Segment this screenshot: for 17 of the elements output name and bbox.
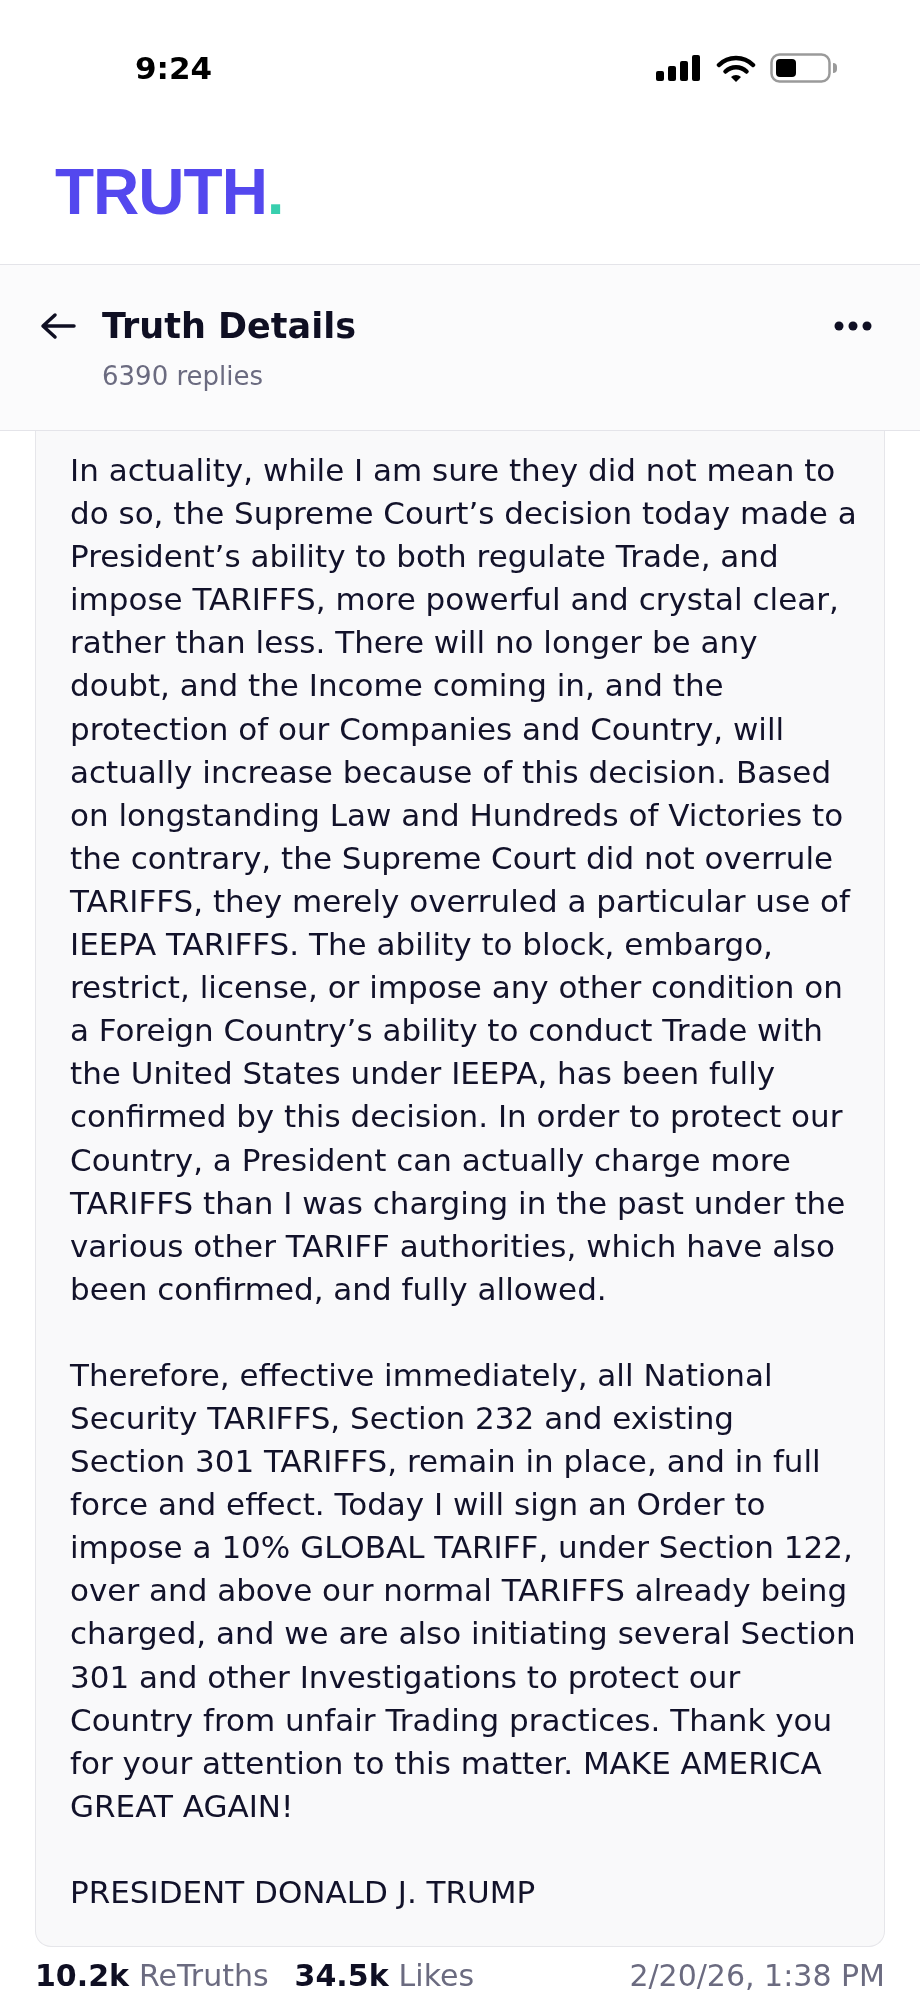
status-time: 9:24	[135, 50, 213, 86]
back-arrow-icon	[40, 312, 76, 340]
logo-wordmark: TRUTH.	[55, 160, 284, 224]
post-timestamp: 2/20/26, 1:38 PM	[629, 1958, 885, 1994]
more-button[interactable]	[834, 321, 872, 331]
counter-link[interactable]: 34.5k Likes	[294, 1958, 475, 1994]
signal-icon	[656, 55, 702, 81]
post-paragraph: Therefore, effective immediately, all National Security TARIFFS, Section 232 and existing Section 301 TARIFFS, remain in place, and in full force and effect. Today I will sign an Order to impose a 10% GLOBAL TARIFF, under Section 122, over and above our normal TARIFFS already being charged, and we are also initiating several Section 301 and other Investigations to protect our Country from unfair Trading practices. Thank you for your attention to this matter. MAKE AMERICA GREAT AGAIN!	[70, 1355, 857, 1826]
more-icon	[834, 321, 872, 331]
post-paragraph: PRESIDENT DONALD J. TRUMP	[70, 1872, 537, 1912]
back-button[interactable]	[40, 312, 76, 340]
wifi-icon	[716, 54, 756, 82]
counter-link[interactable]: 10.2k ReTruths	[35, 1958, 269, 1994]
post-paragraph: In actuality, while I am sure they did not mean to do so, the Supreme Court’s decision today made a President’s ability to both regulate Trade, and impose TARIFFS, more powerful and crystal clear, rather than less. There will no longer be any doubt, and the Income coming in, and the protection of our Companies and Country, will actually increase because of this decision. Based on longstanding Law and Hundreds of Victories to the contrary, the Supreme Court did not overrule TARIFFS, they merely overruled a particular use of IEEPA TARIFFS. The ability to block, embargo, restrict, license, or impose any other condition on a Foreign Country’s ability to conduct Trade with the United States under IEEPA, has been fully confirmed by this decision. In order to protect our Country, a President can actually charge more TARIFFS than I was charging in the past under the various other TARIFF authorities, which have also been confirmed, and fully allowed.	[70, 451, 858, 1309]
battery-icon	[770, 53, 838, 83]
page-title: Truth Details	[102, 305, 356, 348]
reply-count: 6390 replies	[102, 360, 264, 393]
